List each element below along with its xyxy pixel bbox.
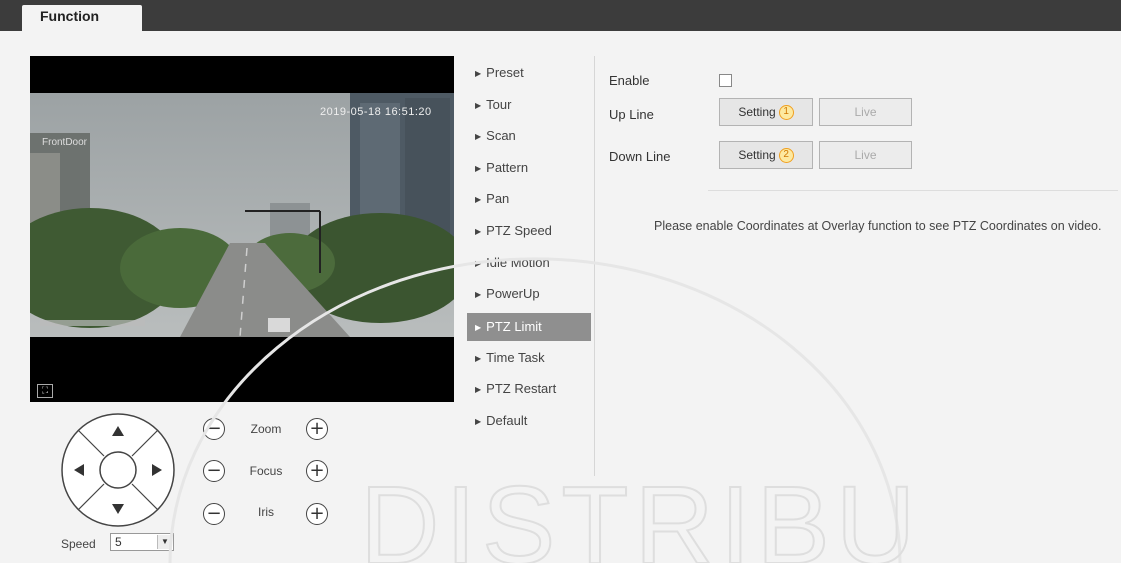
setting-label: Setting [738,105,776,119]
menu-item-label: PTZ Limit [486,318,542,334]
menu-item-label: Tour [486,96,512,112]
menu-item-label: Scan [486,128,516,144]
focus-label: Focus [249,464,283,478]
up-line-label: Up Line [609,107,654,122]
zoom-control: − Zoom + [203,418,333,442]
tab-function[interactable]: Function [22,5,142,31]
up-line-live-button[interactable]: Live [819,98,912,126]
down-line-setting-button[interactable]: Setting 2 [719,141,813,169]
menu-item-label: Time Task [486,349,545,365]
menu-item-idle-motion[interactable]: ▶ Idle Motion [467,249,591,281]
top-bar [0,0,1121,31]
caret-right-icon: ▶ [475,385,482,395]
menu-item-ptz-speed[interactable]: ▶ PTZ Speed [467,217,591,249]
caret-right-icon: ▶ [475,163,482,173]
menu-item-ptz-limit[interactable]: ▶ PTZ Limit [467,312,591,341]
menu-item-tour[interactable]: ▶ Tour [467,91,591,123]
osd-channel-name: FrontDoor [42,137,88,148]
function-menu: ▶ Preset ▶ Tour ▶ Scan ▶ Pattern ▶ Pan ▶ PTZ S… [467,59,591,439]
zoom-in-button[interactable]: + [306,418,328,440]
menu-item-pan[interactable]: ▶ Pan [467,185,591,217]
menu-item-label: Default [486,412,528,428]
watermark-text: DISTRIBU [360,464,921,563]
menu-item-label: Idle Motion [486,254,550,270]
osd-blurred-text [40,320,145,326]
down-line-label: Down Line [609,149,671,164]
menu-item-ptz-restart[interactable]: ▶ PTZ Restart [467,375,591,407]
caret-right-icon: ▶ [475,226,482,236]
caret-right-icon: ▶ [475,322,482,332]
caret-right-icon: ▶ [475,69,482,78]
iris-close-button[interactable]: − [203,503,225,525]
live-video[interactable]: 2019-05-18 16:51:20 FrontDoor ⛶ [30,56,454,402]
caret-right-icon: ▶ [475,290,482,300]
camera-scene [30,93,454,337]
form-divider [708,190,1118,191]
fullscreen-icon[interactable]: ⛶ [37,384,53,398]
caret-right-icon: ▶ [475,195,482,205]
coordinates-note: Please enable Coordinates at Overlay fun… [654,219,1102,233]
step-marker-1: 1 [778,105,794,121]
menu-item-label: PowerUp [486,286,540,302]
speed-select[interactable]: 5 ▼ [110,533,174,551]
menu-item-scan[interactable]: ▶ Scan [467,122,591,154]
focus-control: − Focus + [203,460,333,484]
menu-item-label: PTZ Restart [486,381,557,397]
menu-item-label: Pan [486,191,510,207]
menu-item-label: Pattern [486,159,529,175]
caret-right-icon: ▶ [475,353,482,363]
iris-control: − Iris + [203,503,333,527]
iris-label: Iris [258,505,274,519]
speed-label: Speed [61,537,96,551]
chevron-down-icon: ▼ [157,535,172,549]
focus-far-button[interactable]: + [306,460,328,482]
caret-right-icon: ▶ [475,132,482,142]
caret-right-icon: ▶ [475,100,482,110]
ptz-direction-pad[interactable] [60,412,176,528]
down-line-live-button[interactable]: Live [819,141,912,169]
caret-right-icon: ▶ [475,416,482,426]
menu-item-preset[interactable]: ▶ Preset [467,59,591,91]
focus-near-button[interactable]: − [203,460,225,482]
iris-open-button[interactable]: + [306,503,328,525]
zoom-label: Zoom [250,422,282,436]
panel-divider [594,56,595,476]
up-line-setting-button[interactable]: Setting 1 [719,98,813,126]
enable-label: Enable [609,73,650,88]
zoom-out-button[interactable]: − [203,418,225,440]
menu-item-pattern[interactable]: ▶ Pattern [467,154,591,186]
speed-value: 5 [115,535,122,549]
osd-timestamp: 2019-05-18 16:51:20 [320,106,432,118]
menu-item-powerup[interactable]: ▶ PowerUp [467,280,591,312]
setting-label: Setting [738,148,776,162]
menu-item-label: PTZ Speed [486,222,552,238]
caret-right-icon: ▶ [475,258,482,268]
menu-item-default[interactable]: ▶ Default [467,407,591,439]
step-marker-2: 2 [778,148,794,164]
menu-item-label: Preset [486,65,524,80]
menu-item-time-task[interactable]: ▶ Time Task [467,344,591,376]
enable-checkbox[interactable] [719,74,732,87]
